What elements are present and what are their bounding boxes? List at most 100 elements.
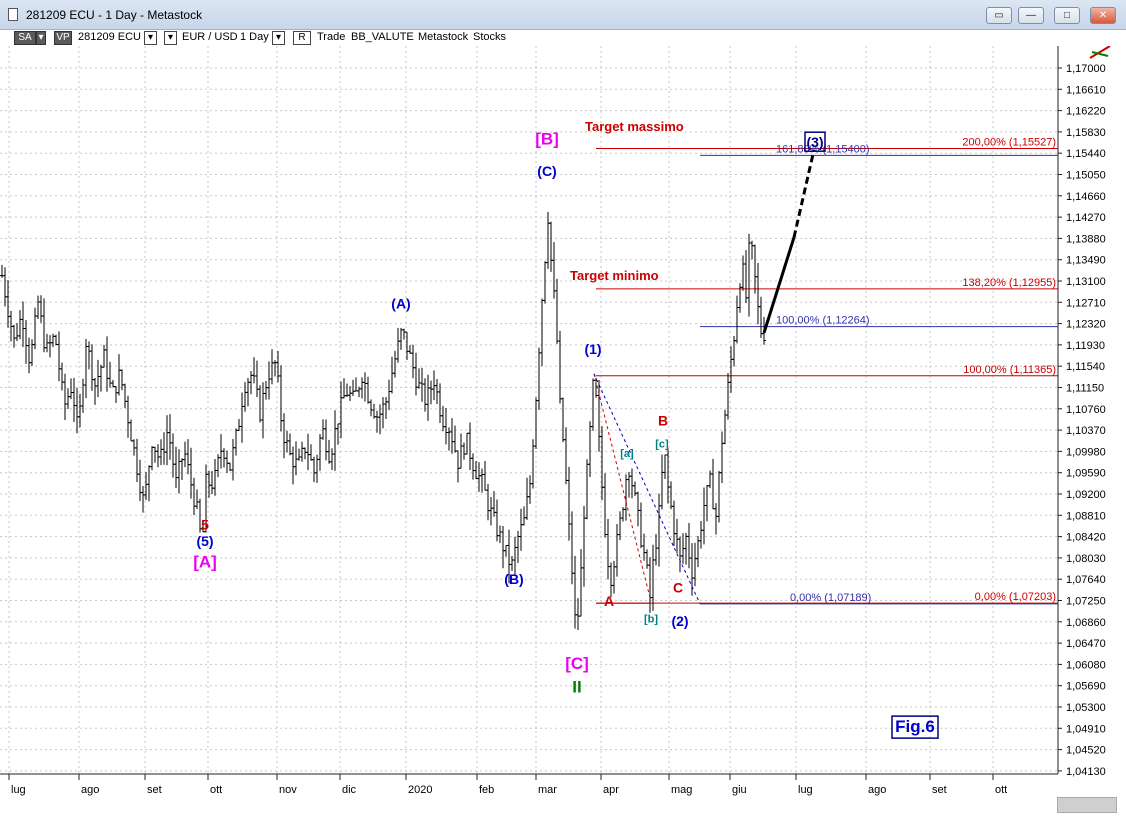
price-tick-label: 1,15050 — [1066, 170, 1106, 182]
chart-tools-icon — [1089, 46, 1111, 59]
price-tick-label: 1,07640 — [1066, 574, 1106, 586]
price-tick-label: 1,09200 — [1066, 489, 1106, 501]
maximize-button[interactable]: □ — [1054, 7, 1080, 24]
time-tick-label: mag — [671, 784, 692, 796]
price-tick-label: 1,13490 — [1066, 255, 1106, 267]
price-tick-label: 1,16610 — [1066, 84, 1106, 96]
wave-label: [c] — [655, 439, 669, 451]
minimize-button[interactable]: — — [1018, 7, 1044, 24]
wave-label: 5 — [201, 517, 209, 533]
wave-label: [a] — [620, 448, 634, 460]
time-tick-label: ago — [868, 784, 886, 796]
fib-label: 100,00% (1,12264) — [776, 315, 870, 327]
price-tick-label: 1,15440 — [1066, 148, 1106, 160]
wave-label: (5) — [196, 533, 213, 549]
target-label: Target minimo — [570, 268, 659, 283]
price-tick-label: 1,11150 — [1066, 383, 1104, 395]
wave-label: C — [673, 579, 683, 595]
price-tick-label: 1,05690 — [1066, 681, 1106, 693]
projection-lines — [762, 149, 816, 334]
price-tick-label: 1,08030 — [1066, 553, 1106, 565]
time-tick-label: lug — [11, 784, 26, 796]
price-tick-label: 1,13880 — [1066, 233, 1106, 245]
time-tick-label: ott — [210, 784, 222, 796]
wave-label: [C] — [565, 654, 589, 673]
time-tick-label: set — [147, 784, 162, 796]
chart-scrollbar[interactable] — [1057, 797, 1117, 813]
price-tick-label: 1,10760 — [1066, 404, 1106, 416]
price-tick-label: 1,10370 — [1066, 425, 1106, 437]
price-tick-label: 1,12710 — [1066, 297, 1106, 309]
wave-label: (1) — [584, 341, 601, 357]
sa-button[interactable]: SA — [14, 31, 36, 45]
wave-label: [B] — [535, 129, 559, 148]
wave-label: [A] — [193, 553, 217, 572]
period-label: 1 Day — [240, 31, 269, 43]
price-tick-label: 1,14660 — [1066, 191, 1106, 203]
r-button[interactable]: R — [293, 31, 311, 45]
price-tick-label: 1,16220 — [1066, 106, 1106, 118]
close-button[interactable]: ✕ — [1090, 7, 1116, 24]
time-tick-label: feb — [479, 784, 494, 796]
target-labels: Target massimo Target minimo — [570, 119, 684, 283]
metastock-label[interactable]: Metastock — [418, 31, 468, 43]
wave-label: (B) — [504, 571, 523, 587]
fib-label: 0,00% (1,07203) — [975, 591, 1056, 603]
price-axis: 1,17000 1,16610 1,16220 1,15830 1,15440 1,150… — [1058, 63, 1106, 778]
time-tick-label: dic — [342, 784, 357, 796]
fib-label: 138,20% (1,12955) — [962, 277, 1056, 289]
wave-label: (A) — [391, 295, 410, 311]
price-tick-label: 1,05300 — [1066, 702, 1106, 714]
time-tick-label: mar — [538, 784, 557, 796]
time-tick-label: lug — [798, 784, 813, 796]
price-tick-label: 1,08420 — [1066, 532, 1106, 544]
price-tick-label: 1,11930 — [1066, 340, 1105, 352]
wave-label: (2) — [671, 613, 688, 629]
price-tick-label: 1,07250 — [1066, 596, 1106, 608]
figure-label: Fig.6 — [895, 717, 935, 736]
symbol-label: 281209 ECU — [78, 31, 141, 43]
price-tick-label: 1,04910 — [1066, 723, 1106, 735]
window-title: 281209 ECU - 1 Day - Metastock — [26, 8, 203, 22]
price-tick-label: 1,13100 — [1066, 276, 1106, 288]
wave-label: [b] — [644, 613, 658, 625]
price-tick-label: 1,08810 — [1066, 510, 1106, 522]
pair-label: EUR / USD — [182, 31, 238, 43]
price-tick-label: 1,11540 — [1066, 361, 1105, 373]
window-titlebar: 281209 ECU - 1 Day - Metastock ▭ — □ ✕ — [0, 0, 1126, 30]
period-dropdown-icon[interactable]: ▾ — [272, 31, 285, 45]
price-tick-label: 1,12320 — [1066, 319, 1106, 331]
chart-toolbar: SA ▾ VP 281209 ECU ▾ ▾ EUR / USD 1 Day ▾… — [0, 30, 1126, 46]
vp-button[interactable]: VP — [54, 31, 72, 45]
stocks-label[interactable]: Stocks — [473, 31, 506, 43]
target-label: Target massimo — [585, 119, 684, 134]
time-tick-label: nov — [279, 784, 297, 796]
wave-label: II — [572, 677, 581, 696]
wave-label: (C) — [537, 163, 556, 179]
price-tick-label: 1,17000 — [1066, 63, 1106, 75]
price-tick-label: 1,06080 — [1066, 659, 1106, 671]
trade-label[interactable]: Trade — [317, 31, 345, 43]
time-tick-label: 2020 — [408, 784, 432, 796]
time-axis: lug ago set ott nov dic 2020 feb mar apr mag giu lug… — [8, 774, 1007, 796]
time-tick-label: ago — [81, 784, 99, 796]
price-tick-label: 1,04520 — [1066, 745, 1106, 757]
bb-valute-label[interactable]: BB_VALUTE — [351, 31, 414, 43]
wave-label: A — [604, 593, 614, 609]
fib-label: 100,00% (1,11365) — [963, 364, 1056, 376]
time-tick-label: giu — [732, 784, 747, 796]
time-tick-label: ott — [995, 784, 1007, 796]
pair-dropdown-icon[interactable]: ▾ — [164, 31, 177, 45]
fib-label: 200,00% (1,15527) — [962, 136, 1056, 148]
fibonacci-levels: 200,00% (1,15527)161,80% (1,15400)138,20… — [596, 136, 1058, 605]
price-tick-label: 1,04130 — [1066, 766, 1106, 778]
symbol-dropdown-icon[interactable]: ▾ — [144, 31, 157, 45]
wave-label: B — [658, 413, 668, 429]
restore-layout-button[interactable]: ▭ — [986, 7, 1012, 24]
price-chart[interactable]: 1,17000 1,16610 1,16220 1,15830 1,15440 1,150… — [0, 46, 1126, 818]
sa-dropdown-icon[interactable]: ▾ — [36, 31, 46, 45]
price-tick-label: 1,09590 — [1066, 468, 1106, 480]
price-tick-label: 1,06860 — [1066, 617, 1106, 629]
price-tick-label: 1,06470 — [1066, 638, 1106, 650]
wave-label: (3) — [806, 134, 823, 150]
